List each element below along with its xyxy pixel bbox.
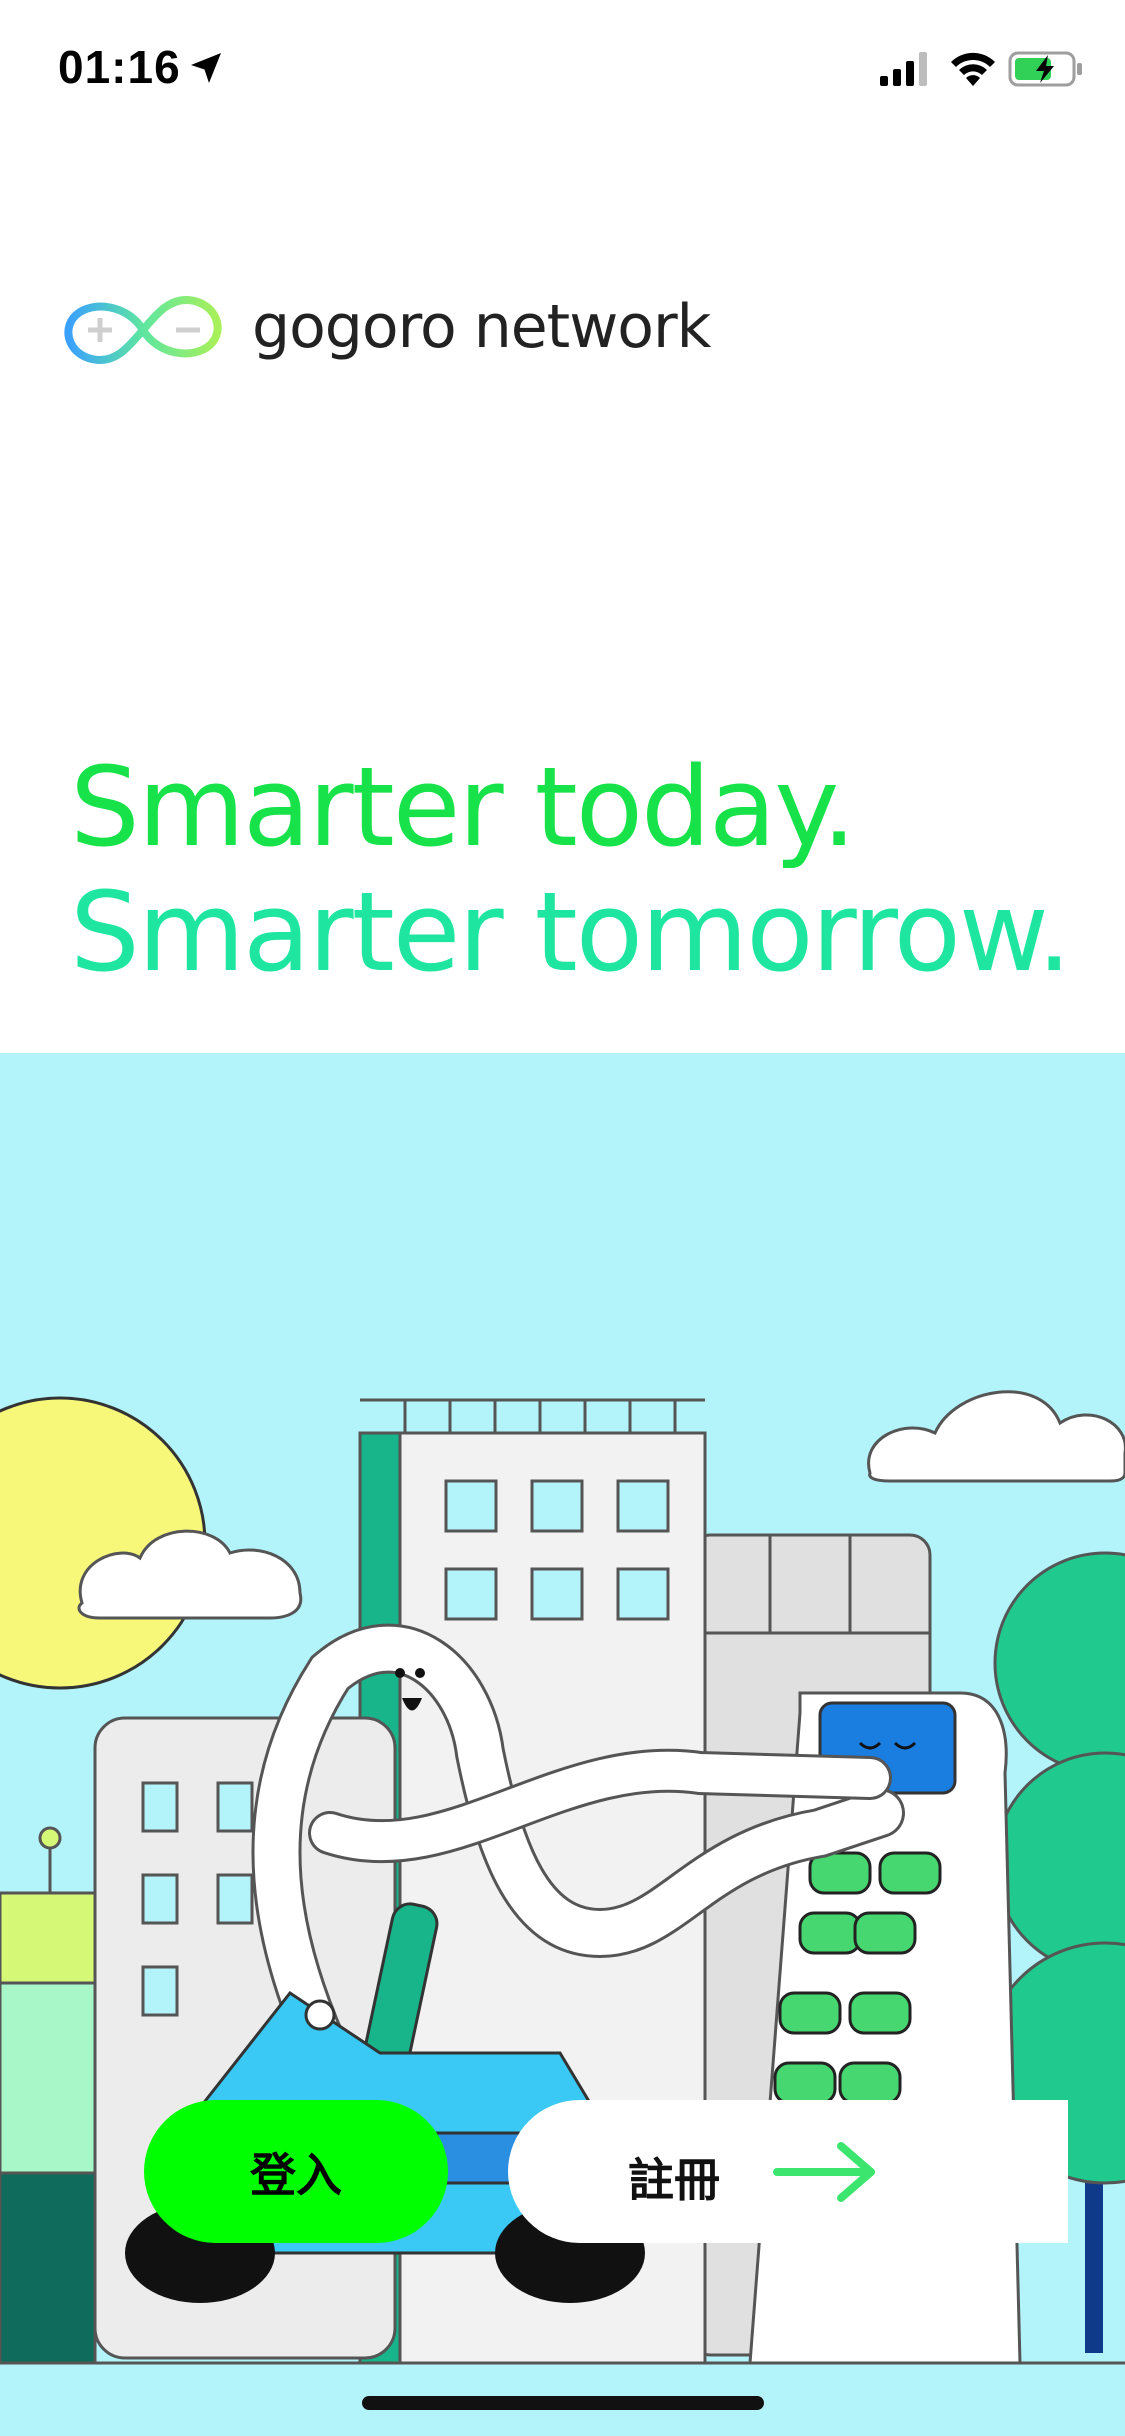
status-time: 01:16 (58, 41, 181, 93)
brand-name-network: network (455, 292, 712, 362)
arrow-right-icon (773, 2142, 875, 2202)
home-indicator (362, 2396, 764, 2410)
gogoro-network-infinity-logo-icon (64, 296, 222, 364)
login-button[interactable]: 登入 (144, 2100, 448, 2243)
wifi-icon (951, 52, 995, 86)
battery-charging-icon (1008, 51, 1082, 87)
location-arrow-icon (191, 53, 221, 83)
brand-name-gogoro: gogoro (252, 292, 457, 362)
register-button[interactable]: 註冊 (508, 2100, 1068, 2243)
status-bar: 01:16 (0, 0, 1125, 135)
headline-line-1: Smarter today. (70, 743, 857, 871)
register-label: 註冊 (628, 2153, 720, 2207)
cellular-signal-icon (880, 52, 927, 86)
brand-name: gogoro network (252, 292, 712, 362)
headline-line-2: Smarter tomorrow. (70, 868, 1072, 996)
